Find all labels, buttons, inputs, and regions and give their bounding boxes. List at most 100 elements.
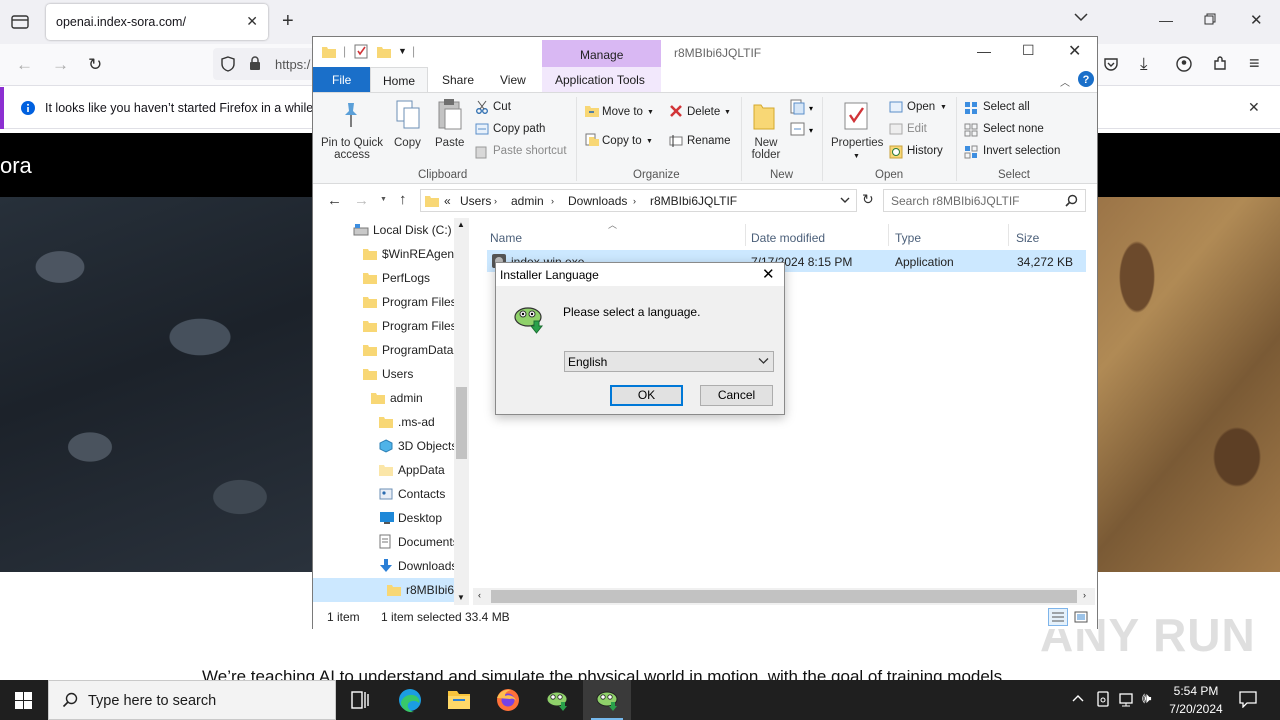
tab-overview-icon[interactable] [11,14,29,30]
new-item-icon[interactable]: ▾ [790,99,814,115]
tab-view[interactable]: View [500,73,526,87]
volume-icon[interactable]: 🕪 [1142,690,1151,707]
nav-item-programdata[interactable]: ProgramData [313,338,454,362]
history-button[interactable]: History [907,145,943,157]
minimize-icon[interactable]: — [977,43,991,59]
installer-taskbar-icon[interactable] [533,680,581,720]
easy-access-icon[interactable]: ▾ [790,121,814,137]
nav-item-perflogs[interactable]: PerfLogs [313,266,454,290]
rename-button[interactable]: Rename [687,135,730,147]
network-icon[interactable] [1118,692,1136,708]
breadcrumb-separator-icon[interactable]: › [633,196,636,206]
rename-icon[interactable] [669,135,683,147]
new-folder-button[interactable]: New folder [749,137,783,161]
nav-item-current-folder[interactable]: r8MBIbi6 [313,578,454,602]
shield-icon[interactable] [221,56,235,72]
breadcrumb-overflow[interactable]: « [444,194,451,208]
account-icon[interactable] [1176,56,1192,72]
up-icon[interactable]: ↑ [399,191,407,208]
open-icon[interactable] [889,101,903,113]
address-bar[interactable]: « Users › admin › Downloads › r8MBIbi6JQ… [420,189,857,212]
nav-item-local-disk[interactable]: Local Disk (C:) [313,218,454,242]
minimize-icon[interactable]: — [1159,12,1173,28]
notifications-icon[interactable] [1239,691,1257,708]
chevron-up-icon[interactable] [1072,693,1084,703]
copy-to-button[interactable]: Copy to [602,135,642,147]
scroll-left-icon[interactable]: ‹ [478,590,481,600]
menu-icon[interactable]: ≡ [1249,53,1260,74]
new-folder-icon[interactable] [753,101,775,131]
close-notification-icon[interactable]: ✕ [1248,99,1260,116]
move-to-button[interactable]: Move to [602,106,643,118]
file-explorer-taskbar-icon[interactable] [435,680,483,720]
device-icon[interactable] [1096,691,1110,707]
copy-path-button[interactable]: Copy path [493,123,545,135]
cut-button[interactable]: Cut [493,101,511,113]
pin-to-quick-access-button[interactable]: Pin to Quick access [321,137,383,161]
properties-icon[interactable] [843,101,869,131]
recent-locations-icon[interactable]: ▼ [380,196,387,203]
site-brand[interactable]: ora [0,153,32,179]
column-header-type[interactable]: Type [895,231,921,245]
maximize-icon[interactable]: ☐ [1022,42,1035,59]
extensions-icon[interactable] [1212,56,1228,72]
new-tab-icon[interactable]: + [282,10,294,33]
nav-item-3d-objects[interactable]: 3D Objects [313,434,454,458]
browser-tab[interactable]: openai.index-sora.com/ ✕ [46,4,268,40]
scroll-down-icon[interactable]: ▼ [457,593,465,602]
refresh-icon[interactable]: ↻ [862,191,874,208]
address-dropdown-icon[interactable] [839,194,851,206]
search-box[interactable]: Search r8MBIbi6JQLTIF [883,189,1086,212]
history-icon[interactable] [889,145,903,159]
column-divider[interactable] [888,224,889,246]
copy-to-icon[interactable] [585,133,599,147]
nav-item-downloads[interactable]: Downloads [313,554,454,578]
nav-item-ms-ad[interactable]: .ms-ad [313,410,454,434]
select-none-button[interactable]: Select none [983,123,1044,135]
scroll-up-icon[interactable]: ▲ [457,220,465,229]
details-view-icon[interactable] [1048,608,1068,626]
delete-button[interactable]: Delete [687,106,720,118]
reload-icon[interactable]: ↻ [88,55,102,75]
windows-start-icon[interactable] [15,692,32,709]
nav-item-desktop[interactable]: Desktop [313,506,454,530]
copy-button[interactable]: Copy [394,137,421,149]
chevron-down-icon[interactable] [1074,12,1088,22]
paste-button[interactable]: Paste [435,137,464,149]
forward-icon[interactable]: → [354,192,369,209]
pocket-icon[interactable] [1103,56,1119,72]
large-icons-view-icon[interactable] [1073,609,1089,625]
copy-icon[interactable] [395,99,421,131]
help-icon[interactable]: ? [1078,71,1094,87]
scissors-icon[interactable] [476,100,488,114]
delete-icon[interactable] [669,104,683,118]
breadcrumb-separator-icon[interactable]: › [551,196,554,206]
delete-dropdown-icon[interactable]: ▼ [724,109,731,116]
close-tab-icon[interactable]: ✕ [246,13,258,30]
paste-shortcut-button[interactable]: Paste shortcut [493,145,567,157]
forward-icon[interactable]: → [52,55,69,75]
select-all-button[interactable]: Select all [983,101,1030,113]
edit-button[interactable]: Edit [907,123,927,135]
invert-selection-button[interactable]: Invert selection [983,145,1060,157]
breadcrumb-users[interactable]: Users [460,194,491,208]
tab-file[interactable]: File [313,67,370,92]
task-view-icon[interactable] [336,680,384,720]
restore-icon[interactable] [1204,13,1216,25]
pin-icon[interactable] [339,101,363,129]
nav-item-admin[interactable]: admin [313,386,454,410]
nav-item-documents[interactable]: Documents [313,530,454,554]
select-all-icon[interactable] [964,101,978,115]
clock-date[interactable]: 7/20/2024 [1164,702,1228,716]
close-icon[interactable]: ✕ [1068,41,1081,61]
nav-item-appdata[interactable]: AppData [313,458,454,482]
properties-button[interactable]: Properties [831,137,883,149]
language-select[interactable]: English [564,351,774,372]
edit-icon[interactable] [889,123,903,135]
url-bar[interactable]: https:/ [213,48,323,80]
tab-application-tools[interactable]: Application Tools [542,67,661,92]
collapse-ribbon-icon[interactable]: ︿ [1060,74,1070,89]
open-dropdown-icon[interactable]: ▼ [940,104,947,111]
installer-taskbar-icon-active[interactable] [583,680,631,720]
back-icon[interactable]: ← [16,55,33,75]
